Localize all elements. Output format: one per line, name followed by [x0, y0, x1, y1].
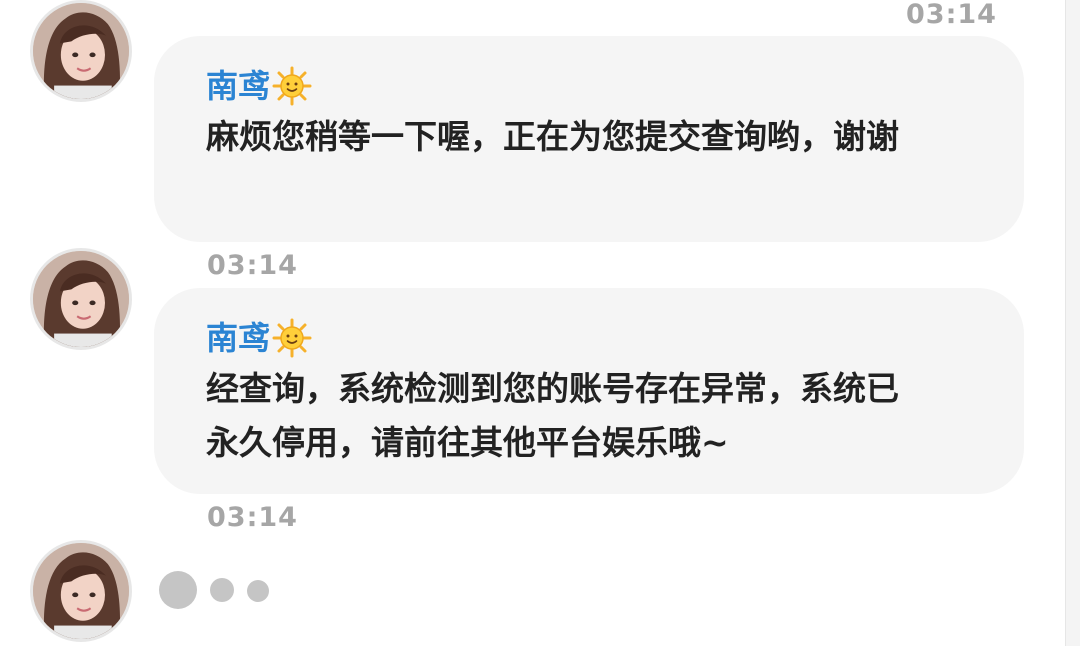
avatar-icon[interactable]	[30, 0, 132, 102]
sender-row: 南鸢	[206, 64, 984, 108]
message-timestamp: 03:14	[906, 0, 997, 30]
avatar-icon[interactable]	[30, 248, 132, 350]
message-text: 麻烦您稍等一下喔，正在为您提交查询哟，谢谢	[206, 117, 899, 156]
message-timestamp: 03:14	[207, 250, 298, 281]
sender-row: 南鸢	[206, 316, 984, 360]
sender-name[interactable]: 南鸢	[206, 64, 270, 108]
message-bubble[interactable]: 南鸢	[154, 288, 1024, 494]
typing-dot	[247, 580, 269, 602]
scrollbar-track[interactable]	[1065, 0, 1080, 646]
sender-name[interactable]: 南鸢	[206, 316, 270, 360]
typing-dots-icon	[158, 570, 278, 610]
message-timestamp: 03:14	[207, 502, 298, 533]
typing-dot	[210, 578, 234, 602]
chat-screen: 03:14 南鸢 麻烦您稍等一下喔，正在为您提交查询哟，谢谢 03:14 南鸢 …	[0, 0, 1080, 646]
typing-dot	[159, 571, 197, 609]
sun-emoji-icon	[272, 66, 312, 106]
sun-emoji-icon	[272, 318, 312, 358]
message-text: 经查询，系统检测到您的账号存在异常，系统已永久停用，请前往其他平台娱乐哦~	[206, 369, 899, 462]
avatar-icon[interactable]	[30, 540, 132, 642]
message-bubble[interactable]: 南鸢	[154, 36, 1024, 242]
